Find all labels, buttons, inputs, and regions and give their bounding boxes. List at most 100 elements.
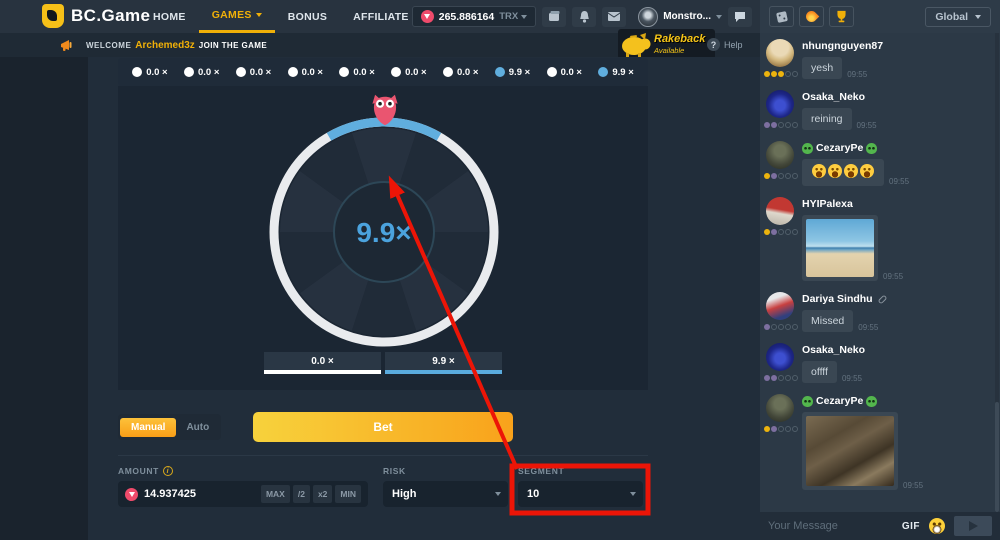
avatar[interactable] [766, 197, 794, 225]
message-username[interactable]: Osaka_Neko [802, 344, 990, 356]
gold-badge-icon [778, 71, 784, 77]
user-menu[interactable]: Monstro... [638, 7, 722, 27]
notifications-button[interactable] [572, 7, 596, 27]
gray-badge-icon [792, 375, 798, 381]
message-username[interactable]: CezaryPe [802, 395, 990, 407]
message-username[interactable]: nhungnguyen87 [802, 40, 990, 52]
history-multiplier: 0.0 × [561, 67, 582, 78]
result-bar[interactable]: 0.0 × [264, 352, 381, 374]
manual-mode-button[interactable]: Manual [120, 418, 176, 437]
message-timestamp: 09:55 [847, 70, 867, 79]
avatar[interactable] [766, 343, 794, 371]
brand-logo[interactable]: BC.Game [42, 4, 150, 28]
chat-scrollbar[interactable] [995, 33, 999, 512]
auto-mode-button[interactable]: Auto [176, 418, 219, 437]
chat-bubble-icon [734, 11, 746, 22]
gray-badge-icon [785, 426, 791, 432]
username-text: Dariya Sindhu [802, 293, 873, 305]
silver-badge-icon [764, 122, 770, 128]
chat-bubble: offff [802, 361, 837, 383]
half-button[interactable]: /2 [293, 485, 310, 503]
history-item[interactable]: 0.0 × [132, 67, 167, 78]
double-button[interactable]: x2 [313, 485, 332, 503]
send-button[interactable] [954, 516, 992, 536]
chat-input-bar: Your Message GIF [760, 512, 1000, 540]
history-item[interactable]: 0.0 × [236, 67, 271, 78]
avatar[interactable] [766, 141, 794, 169]
emoji-picker-button[interactable] [929, 518, 945, 534]
laughing-emoji [828, 164, 842, 178]
amount-input[interactable]: 14.937425 MAX /2 x2 MIN [118, 481, 368, 507]
user-badges [764, 122, 802, 128]
hot-games-button[interactable] [799, 6, 824, 27]
currency-selector[interactable]: TRX [499, 11, 527, 22]
message-username[interactable]: Dariya Sindhu [802, 293, 990, 305]
bet-button[interactable]: Bet [253, 412, 513, 442]
info-icon[interactable]: i [163, 466, 173, 476]
username-text: CezaryPe [816, 142, 863, 154]
history-item[interactable]: 9.9 × [495, 67, 530, 78]
chat-room-label: Global [935, 11, 968, 23]
mail-button[interactable] [602, 7, 626, 27]
username: Monstro... [663, 11, 711, 22]
message-input[interactable]: Your Message [768, 520, 893, 532]
chat-scrollbar-thumb[interactable] [995, 402, 999, 512]
message-username[interactable]: Osaka_Neko [802, 91, 990, 103]
bet-controls: Manual Auto Bet [118, 412, 648, 442]
nav-item-games[interactable]: GAMES [199, 0, 275, 33]
trx-coin-icon [421, 10, 434, 23]
laughing-emoji [812, 164, 826, 178]
history-dot [598, 67, 608, 77]
wheel-center-multiplier: 9.9× [356, 217, 411, 248]
welcome-username[interactable]: Archemed3z [135, 40, 194, 51]
nav-item-home[interactable]: HOME [140, 0, 199, 33]
gray-badge-icon [792, 71, 798, 77]
message-username[interactable]: CezaryPe [802, 142, 990, 154]
wheel-game: 0.0 ×0.0 ×0.0 ×0.0 ×0.0 ×0.0 ×0.0 ×9.9 ×… [118, 58, 648, 514]
silver-badge-icon [764, 324, 770, 330]
games-shortcut-button[interactable] [769, 6, 794, 27]
risk-value: High [392, 488, 416, 500]
message-username[interactable]: HYIPalexa [802, 198, 990, 210]
avatar[interactable] [766, 39, 794, 67]
min-button[interactable]: MIN [335, 485, 361, 503]
alien-icon [802, 143, 813, 154]
history-item[interactable]: 0.0 × [391, 67, 426, 78]
history-item[interactable]: 0.0 × [547, 67, 582, 78]
bubble-row: Missed09:55 [802, 310, 990, 332]
max-button[interactable]: MAX [261, 485, 290, 503]
balance-pill[interactable]: 265.886164 TRX [412, 6, 536, 27]
wallet-button[interactable] [542, 7, 566, 27]
rakeback-badge[interactable]: Rakeback Available [618, 29, 715, 59]
chevron-down-icon [975, 15, 981, 19]
history-multiplier: 0.0 × [302, 67, 323, 78]
history-dot [495, 67, 505, 77]
segment-select[interactable]: 10 [518, 481, 643, 507]
nav-item-affiliate[interactable]: AFFILIATE [340, 0, 422, 33]
history-item[interactable]: 0.0 × [443, 67, 478, 78]
chat-toggle-button[interactable] [728, 7, 752, 27]
result-bar[interactable]: 9.9 × [385, 352, 502, 374]
gray-badge-icon [785, 375, 791, 381]
collapsed-sidebar [0, 57, 88, 540]
contest-button[interactable] [829, 6, 854, 27]
history-item[interactable]: 0.0 × [288, 67, 323, 78]
avatar[interactable] [766, 292, 794, 320]
help-button[interactable]: ? Help [707, 38, 743, 51]
gray-badge-icon [778, 122, 784, 128]
gray-badge-icon [792, 122, 798, 128]
avatar[interactable] [766, 394, 794, 422]
history-item[interactable]: 0.0 × [339, 67, 374, 78]
beach-photo[interactable] [806, 219, 874, 277]
history-item[interactable]: 9.9 × [598, 67, 633, 78]
cat-photo[interactable] [806, 416, 894, 486]
username-text: CezaryPe [816, 395, 863, 407]
avatar[interactable] [766, 90, 794, 118]
mode-toggle: Manual Auto [118, 414, 221, 440]
gif-button[interactable]: GIF [902, 521, 920, 532]
nav-item-bonus[interactable]: BONUS [275, 0, 340, 33]
risk-select[interactable]: High [383, 481, 508, 507]
history-row: 0.0 × 0.0 × 0.0 × 0.0 × 0.0 × 0.0 × 0.0 × 9.9 ×… [118, 58, 648, 86]
history-item[interactable]: 0.0 × [184, 67, 219, 78]
chat-room-selector[interactable]: Global [925, 7, 991, 27]
